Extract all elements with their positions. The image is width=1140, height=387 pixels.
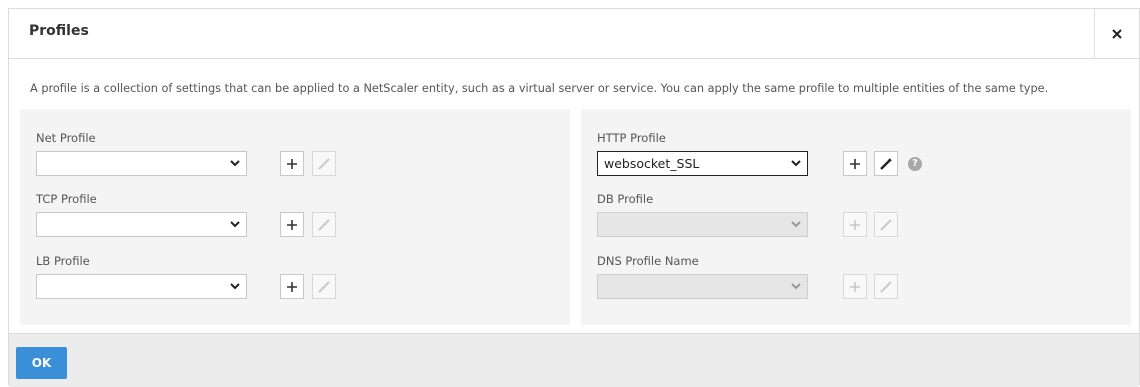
pencil-icon bbox=[880, 157, 892, 170]
dialog-description: A profile is a collection of settings th… bbox=[30, 82, 1049, 95]
tcp-profile-edit-button[interactable] bbox=[312, 212, 336, 237]
chevron-down-icon bbox=[791, 160, 801, 167]
pencil-icon bbox=[318, 157, 330, 170]
help-icon[interactable]: ? bbox=[908, 157, 922, 171]
plus-icon bbox=[850, 281, 860, 292]
http-profile-value: websocket_SSL bbox=[604, 156, 700, 171]
http-profile-label: HTTP Profile bbox=[597, 131, 666, 145]
tcp-profile-select[interactable] bbox=[36, 212, 247, 237]
chevron-down-icon bbox=[791, 283, 801, 290]
net-profile-label: Net Profile bbox=[36, 131, 96, 145]
dns-profile-label: DNS Profile Name bbox=[597, 254, 699, 268]
lb-profile-add-button[interactable] bbox=[280, 274, 304, 299]
dialog-header: Profiles bbox=[9, 9, 1139, 59]
close-icon bbox=[1112, 28, 1122, 39]
chevron-down-icon bbox=[791, 221, 801, 228]
db-profile-add-button[interactable] bbox=[843, 212, 867, 237]
dialog-title: Profiles bbox=[29, 23, 89, 39]
http-profile-add-button[interactable] bbox=[843, 151, 867, 176]
net-profile-edit-button[interactable] bbox=[312, 151, 336, 176]
db-profile-label: DB Profile bbox=[597, 192, 654, 206]
net-profile-add-button[interactable] bbox=[280, 151, 304, 176]
pencil-icon bbox=[880, 280, 892, 293]
net-profile-select[interactable] bbox=[36, 151, 247, 176]
tcp-profile-label: TCP Profile bbox=[36, 192, 97, 206]
tcp-profile-add-button[interactable] bbox=[280, 212, 304, 237]
lb-profile-label: LB Profile bbox=[36, 254, 90, 268]
plus-icon bbox=[287, 219, 297, 230]
right-profile-column: HTTP Profile websocket_SSL ? DB Profile bbox=[581, 109, 1131, 325]
dialog-footer: OK bbox=[9, 333, 1139, 387]
plus-icon bbox=[287, 158, 297, 169]
chevron-down-icon bbox=[230, 283, 240, 290]
dns-profile-add-button[interactable] bbox=[843, 274, 867, 299]
left-profile-column: Net Profile TCP Profile LB Profile bbox=[20, 109, 570, 325]
lb-profile-select[interactable] bbox=[36, 274, 247, 299]
dialog-body: A profile is a collection of settings th… bbox=[9, 59, 1139, 333]
chevron-down-icon bbox=[230, 221, 240, 228]
plus-icon bbox=[287, 281, 297, 292]
ok-button[interactable]: OK bbox=[16, 347, 67, 379]
http-profile-select[interactable]: websocket_SSL bbox=[597, 151, 808, 176]
http-profile-edit-button[interactable] bbox=[874, 151, 898, 176]
profiles-dialog: Profiles A profile is a collection of se… bbox=[8, 8, 1140, 387]
pencil-icon bbox=[318, 218, 330, 231]
chevron-down-icon bbox=[230, 160, 240, 167]
pencil-icon bbox=[880, 218, 892, 231]
db-profile-select[interactable] bbox=[597, 212, 808, 237]
dns-profile-select[interactable] bbox=[597, 274, 808, 299]
dns-profile-edit-button[interactable] bbox=[874, 274, 898, 299]
close-button[interactable] bbox=[1094, 9, 1139, 58]
lb-profile-edit-button[interactable] bbox=[312, 274, 336, 299]
plus-icon bbox=[850, 219, 860, 230]
plus-icon bbox=[850, 158, 860, 169]
db-profile-edit-button[interactable] bbox=[874, 212, 898, 237]
pencil-icon bbox=[318, 280, 330, 293]
